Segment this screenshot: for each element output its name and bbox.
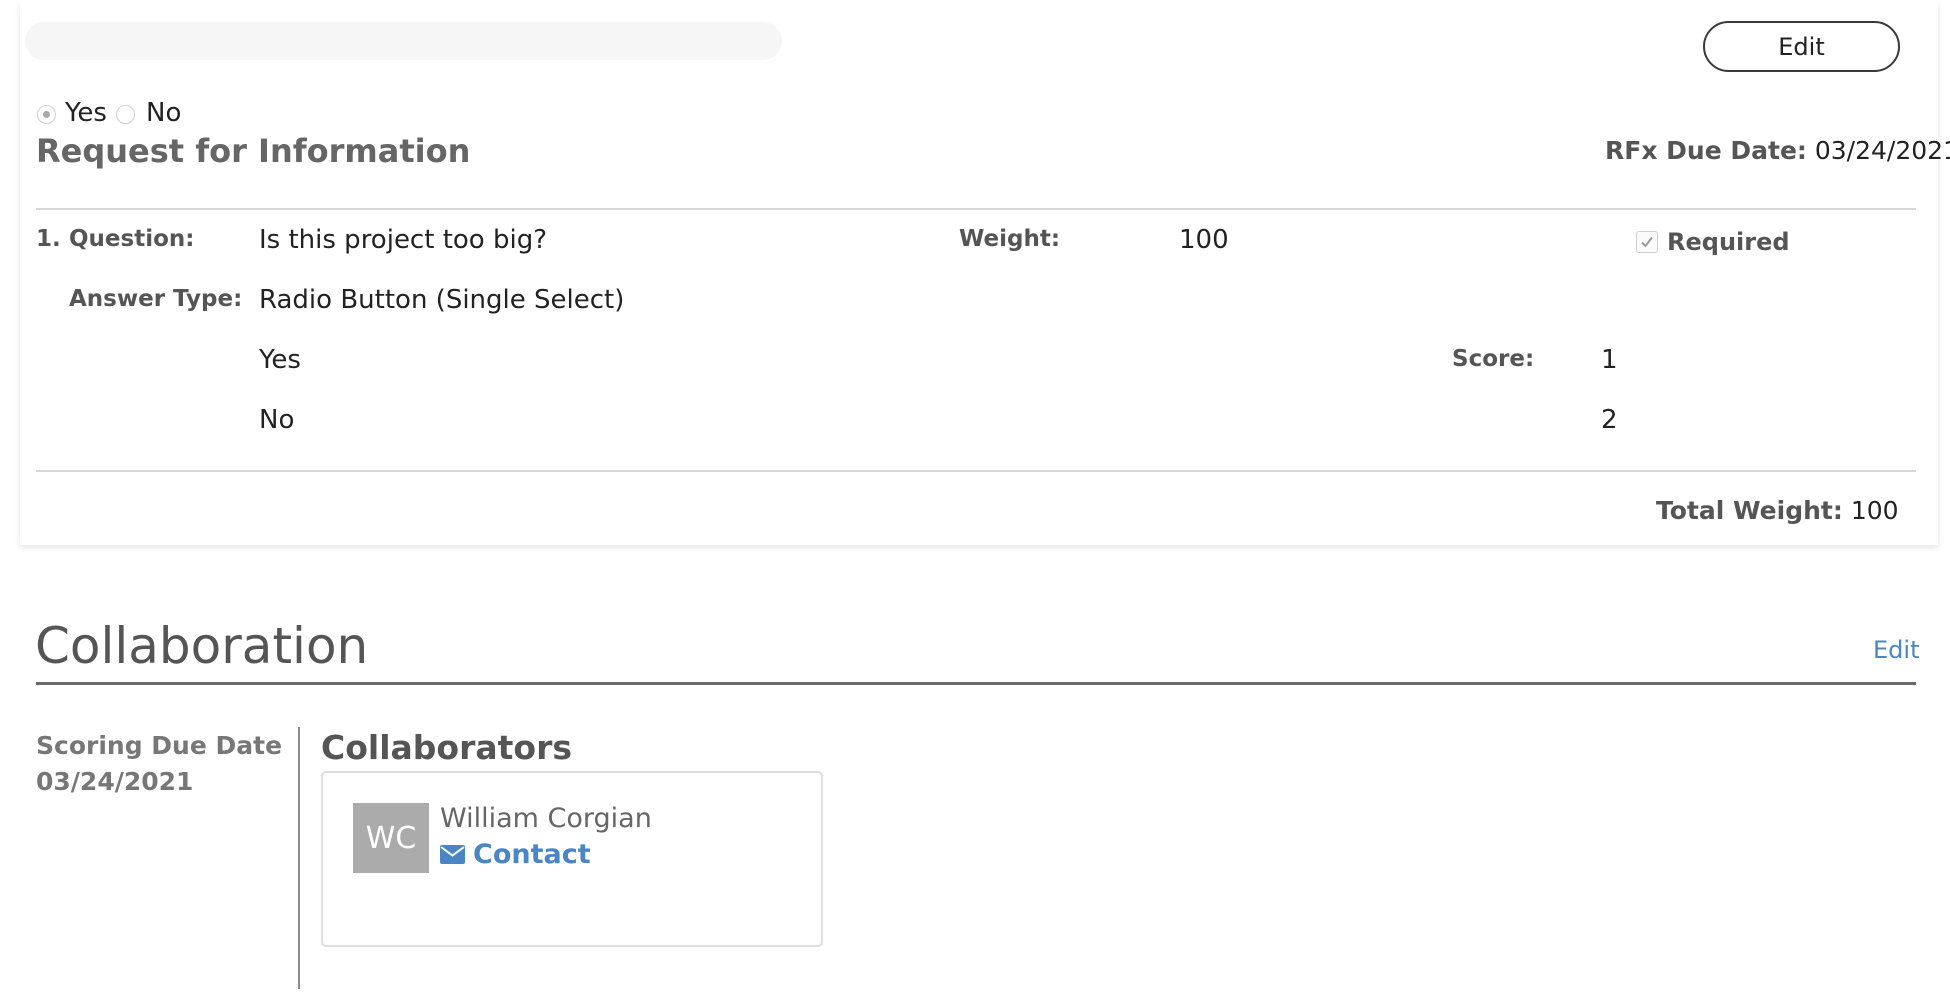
yes-radio-label: Yes <box>65 98 107 128</box>
weight-label: Weight: <box>959 226 1061 252</box>
total-weight: Total Weight: 100 <box>1656 496 1899 525</box>
page-title-bar <box>25 22 782 60</box>
section-heading-rfi: Request for Information <box>36 132 471 170</box>
question-number: 1. <box>36 226 61 252</box>
scoring-due-date-value: 03/24/2021 <box>36 767 194 796</box>
collaborator-name: William Corgian <box>440 803 652 834</box>
yes-radio[interactable] <box>37 105 56 124</box>
collaborators-heading: Collaborators <box>321 728 572 767</box>
total-weight-value: 100 <box>1850 496 1899 525</box>
required-checkbox[interactable] <box>1636 231 1658 253</box>
contact-link[interactable]: Contact <box>440 839 591 870</box>
total-weight-label: Total Weight: <box>1656 496 1843 525</box>
edit-button[interactable]: Edit <box>1703 21 1900 72</box>
section-divider <box>36 682 1916 685</box>
rfi-card <box>20 0 1938 545</box>
divider <box>36 208 1916 210</box>
rfx-due-date-value: 03/24/2021 <box>1814 136 1950 165</box>
avatar: WC <box>353 803 429 873</box>
answer-type-value: Radio Button (Single Select) <box>259 285 625 315</box>
divider <box>36 470 1916 472</box>
rfx-due-date-label: RFx Due Date: <box>1605 136 1807 165</box>
envelope-icon <box>440 845 465 864</box>
no-radio[interactable] <box>116 105 135 124</box>
no-radio-label: No <box>146 98 182 128</box>
contact-label: Contact <box>473 839 591 870</box>
vertical-divider <box>298 727 300 989</box>
collaboration-edit-link[interactable]: Edit <box>1873 636 1919 664</box>
question-text: Is this project too big? <box>259 225 547 255</box>
score-label: Score: <box>1452 346 1535 372</box>
weight-value: 100 <box>1179 225 1229 255</box>
required-label: Required <box>1667 228 1790 256</box>
rfx-due-date: RFx Due Date: 03/24/2021 <box>1605 136 1950 165</box>
scoring-due-date-label: Scoring Due Date <box>36 731 283 760</box>
answer-type-label: Answer Type: <box>69 286 243 312</box>
radio-selected-dot <box>43 111 50 118</box>
score-value: 2 <box>1601 405 1618 435</box>
question-label: Question: <box>69 226 195 252</box>
answer-option: No <box>259 405 295 435</box>
score-value: 1 <box>1601 345 1618 375</box>
answer-option: Yes <box>259 345 301 375</box>
checkmark-icon <box>1641 236 1653 248</box>
section-heading-collaboration: Collaboration <box>35 617 369 675</box>
